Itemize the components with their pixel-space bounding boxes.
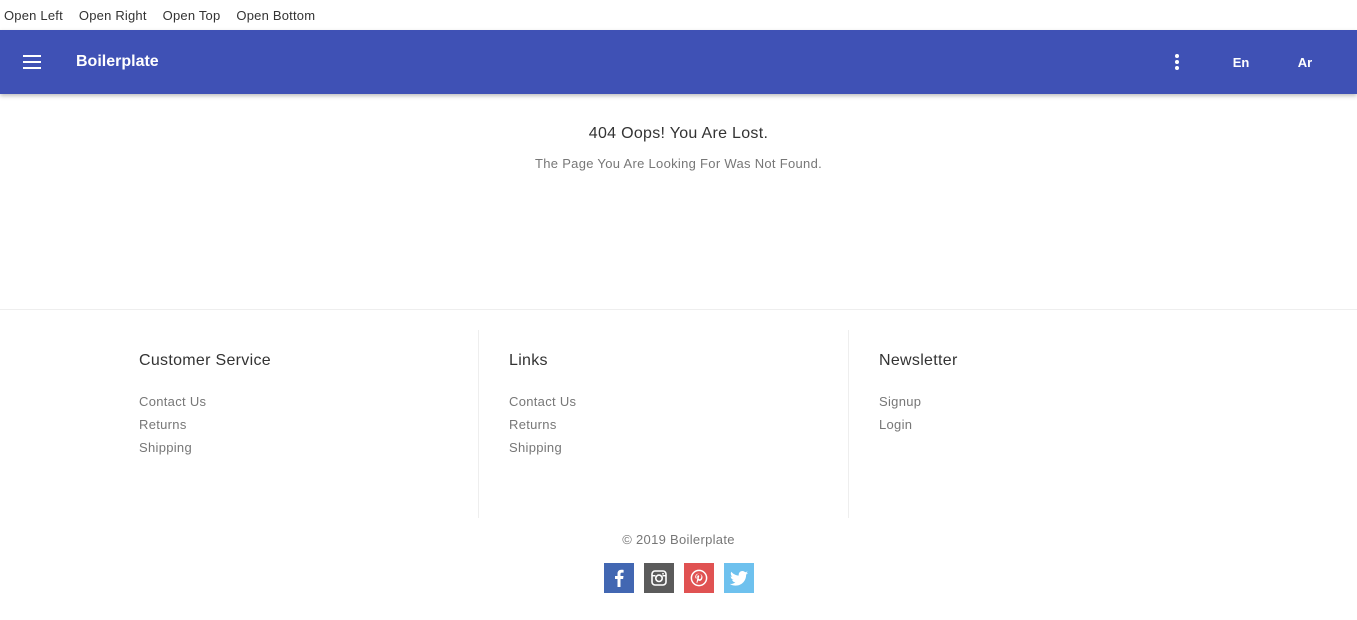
pinterest-icon bbox=[690, 569, 707, 587]
footer-column-title: Customer Service bbox=[139, 352, 271, 369]
error-message: The Page You Are Looking For Was Not Fou… bbox=[534, 156, 823, 171]
brand-title[interactable]: Boilerplate bbox=[76, 53, 159, 71]
toolbar-actions: En Ar bbox=[1157, 30, 1337, 94]
drawer-controls: Open Left Open Right Open Top Open Botto… bbox=[0, 0, 1357, 30]
app-toolbar: Boilerplate En Ar bbox=[0, 30, 1357, 94]
hamburger-menu-icon bbox=[23, 55, 41, 69]
open-left-link[interactable]: Open Left bbox=[4, 8, 63, 23]
error-content: 404 Oops! You Are Lost. The Page You Are… bbox=[0, 94, 1357, 310]
footer-link-returns[interactable]: Returns bbox=[139, 413, 478, 436]
twitter-button[interactable] bbox=[723, 563, 754, 593]
instagram-icon bbox=[650, 570, 667, 586]
social-links bbox=[0, 563, 1357, 593]
footer-link-signup[interactable]: Signup bbox=[879, 390, 1189, 413]
footer-link-shipping[interactable]: Shipping bbox=[139, 436, 478, 459]
footer-column-customer-service: Customer Service Contact Us Returns Ship… bbox=[139, 330, 479, 518]
footer-link-login[interactable]: Login bbox=[879, 413, 1189, 436]
more-vertical-icon bbox=[1175, 54, 1179, 70]
menu-button[interactable] bbox=[0, 30, 64, 94]
error-title: 404 Oops! You Are Lost. bbox=[588, 125, 769, 142]
facebook-button[interactable] bbox=[603, 563, 634, 593]
footer-link-shipping[interactable]: Shipping bbox=[509, 436, 848, 459]
footer-link-contact-us[interactable]: Contact Us bbox=[139, 390, 478, 413]
footer-columns: Customer Service Contact Us Returns Ship… bbox=[0, 330, 1357, 538]
open-top-link[interactable]: Open Top bbox=[163, 8, 221, 23]
pinterest-button[interactable] bbox=[683, 563, 714, 593]
footer-link-contact-us[interactable]: Contact Us bbox=[509, 390, 848, 413]
open-right-link[interactable]: Open Right bbox=[79, 8, 147, 23]
footer-link-list: Signup Login bbox=[879, 390, 1189, 436]
instagram-button[interactable] bbox=[643, 563, 674, 593]
language-en-button[interactable]: En bbox=[1209, 44, 1273, 80]
open-bottom-link[interactable]: Open Bottom bbox=[236, 8, 315, 23]
footer-link-list: Contact Us Returns Shipping bbox=[139, 390, 478, 459]
footer-link-returns[interactable]: Returns bbox=[509, 413, 848, 436]
footer-column-title: Links bbox=[509, 352, 548, 369]
site-footer: Customer Service Contact Us Returns Ship… bbox=[0, 330, 1357, 593]
twitter-icon bbox=[729, 570, 748, 586]
facebook-icon bbox=[614, 569, 624, 587]
language-ar-button[interactable]: Ar bbox=[1273, 44, 1337, 80]
footer-column-title: Newsletter bbox=[879, 352, 958, 369]
footer-column-links: Links Contact Us Returns Shipping bbox=[479, 330, 849, 518]
footer-column-newsletter: Newsletter Signup Login bbox=[849, 330, 1189, 518]
footer-link-list: Contact Us Returns Shipping bbox=[509, 390, 848, 459]
more-options-button[interactable] bbox=[1157, 42, 1197, 82]
